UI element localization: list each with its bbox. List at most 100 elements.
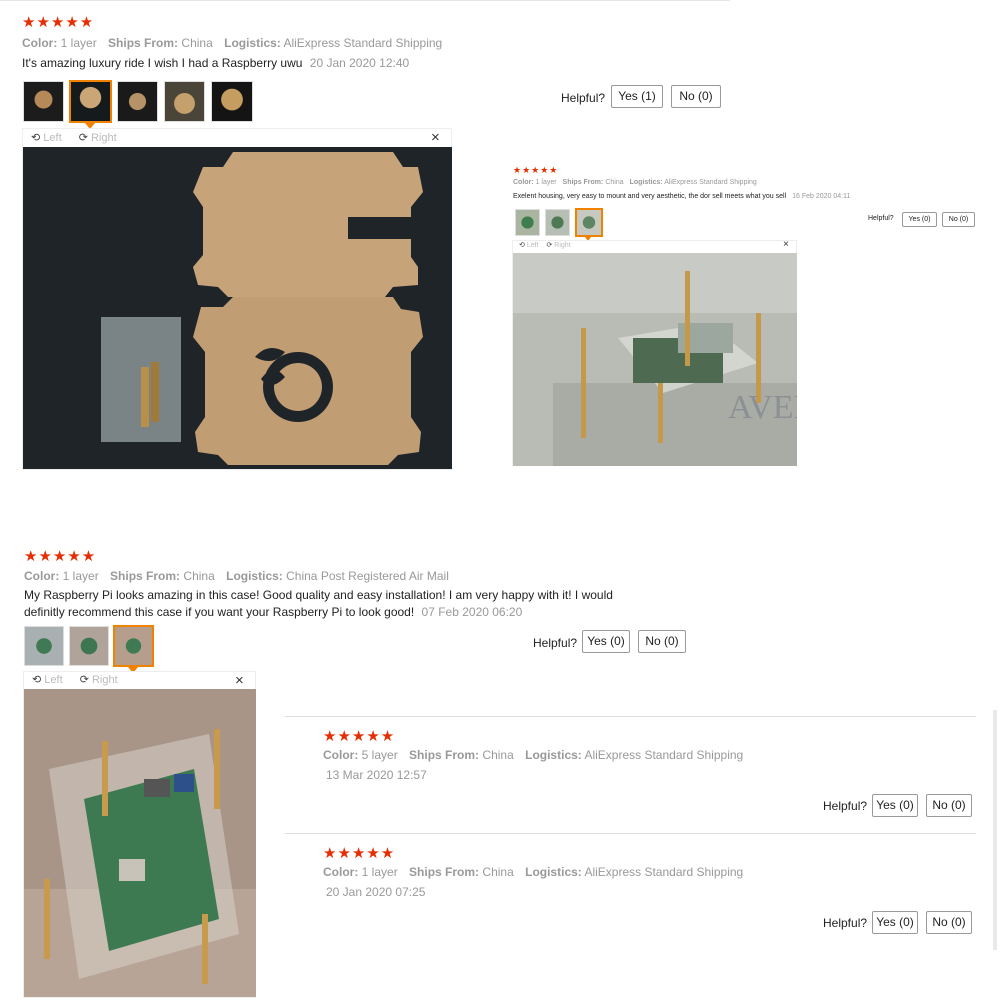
rotate-left-label[interactable]: Left — [527, 242, 539, 249]
review-thumbnail[interactable] — [211, 81, 253, 122]
review-date: 20 Jan 2020 07:25 — [326, 885, 426, 899]
rotate-right-icon[interactable]: ⟳ — [79, 131, 88, 144]
color-value: 1 layer — [535, 179, 557, 186]
ships-from-label: Ships From: — [108, 36, 179, 50]
svg-text:AVEN: AVEN — [728, 389, 797, 426]
rotate-right-label[interactable]: Right — [92, 674, 118, 686]
logistics-value: AliExpress Standard Shipping — [584, 865, 744, 879]
review-meta: Color: 1 layer Ships From: China Logisti… — [24, 569, 449, 583]
color-value: 1 layer — [361, 865, 398, 879]
ships-from-value: China — [605, 179, 624, 186]
review-thumbnail-selected[interactable] — [69, 80, 112, 123]
image-viewer: ⟲ Left ⟳ Right × — [22, 128, 452, 470]
helpful-yes-button[interactable]: Yes (0) — [902, 212, 937, 227]
review-thumbnail-selected[interactable] — [575, 208, 603, 237]
helpful-no-button[interactable]: No (0) — [671, 85, 721, 108]
review-thumbnail[interactable] — [117, 81, 158, 122]
acrylic-plates-photo — [23, 147, 452, 469]
review-photo: AVEN — [513, 253, 797, 466]
logistics-label: Logistics: — [226, 569, 283, 583]
review-thumbnail[interactable] — [515, 209, 540, 236]
ships-from-label: Ships From: — [409, 748, 480, 762]
star-rating: ★★★★★ — [513, 165, 559, 175]
rotate-right-icon[interactable]: ⟳ — [80, 673, 89, 686]
helpful-yes-button[interactable]: Yes (0) — [872, 911, 918, 934]
review-text: Exelent housing, very easy to mount and … — [513, 192, 850, 202]
rotate-left-label[interactable]: Left — [44, 674, 62, 686]
logistics-label: Logistics: — [629, 179, 663, 186]
logistics-value: AliExpress Standard Shipping — [584, 748, 744, 762]
raspberry-pi-in-case-photo — [24, 689, 256, 997]
review-meta: Color: 5 layer Ships From: China Logisti… — [323, 748, 743, 762]
review-date: 13 Mar 2020 12:57 — [326, 768, 427, 782]
review-divider — [285, 716, 976, 717]
review-photo — [23, 147, 452, 469]
viewer-toolbar: ⟲ Left ⟳ Right — [519, 241, 571, 249]
helpful-yes-button[interactable]: Yes (0) — [582, 630, 630, 653]
helpful-no-button[interactable]: No (0) — [942, 212, 975, 227]
rotate-left-icon[interactable]: ⟲ — [32, 673, 41, 686]
star-rating: ★★★★★ — [323, 845, 396, 862]
review-body: Exelent housing, very easy to mount and … — [513, 193, 787, 200]
helpful-yes-button[interactable]: Yes (1) — [611, 85, 663, 108]
rotate-left-label[interactable]: Left — [43, 132, 61, 144]
logistics-label: Logistics: — [525, 865, 582, 879]
close-icon[interactable]: × — [235, 672, 244, 689]
ships-from-label: Ships From: — [562, 179, 604, 186]
ships-from-label: Ships From: — [409, 865, 480, 879]
helpful-label: Helpful? — [533, 636, 578, 650]
review-meta: Color: 1 layer Ships From: China Logisti… — [323, 865, 743, 879]
color-value: 1 layer — [60, 36, 97, 50]
viewer-toolbar: ⟲ Left ⟳ Right — [32, 673, 118, 686]
review-body: My Raspberry Pi looks amazing in this ca… — [24, 588, 613, 619]
helpful-no-button[interactable]: No (0) — [926, 911, 972, 934]
top-divider — [0, 0, 730, 1]
review-date: 16 Feb 2020 04:11 — [792, 193, 851, 200]
logistics-label: Logistics: — [525, 748, 582, 762]
color-label: Color: — [24, 569, 60, 583]
color-label: Color: — [323, 865, 359, 879]
rotate-right-label[interactable]: Right — [554, 242, 570, 249]
ships-from-value: China — [181, 36, 213, 50]
review-divider — [285, 833, 976, 834]
rotate-left-icon[interactable]: ⟲ — [31, 131, 40, 144]
review-body: It's amazing luxury ride I wish I had a … — [22, 56, 303, 70]
close-icon[interactable]: × — [783, 239, 789, 250]
logistics-value: AliExpress Standard Shipping — [283, 36, 443, 50]
star-rating: ★★★★★ — [323, 728, 396, 745]
star-rating: ★★★★★ — [22, 14, 95, 31]
review-meta: Color: 1 layer Ships From: China Logisti… — [513, 179, 757, 186]
ships-from-label: Ships From: — [110, 569, 181, 583]
helpful-label: Helpful? — [823, 799, 868, 813]
review-thumbnail[interactable] — [164, 81, 205, 122]
review-photo — [24, 689, 256, 997]
color-value: 1 layer — [62, 569, 99, 583]
scrollbar[interactable] — [993, 710, 997, 950]
review-date: 20 Jan 2020 12:40 — [309, 56, 410, 70]
review-meta: Color: 1 layer Ships From: China Logisti… — [22, 36, 442, 50]
close-icon[interactable]: × — [431, 129, 440, 146]
ships-from-value: China — [482, 748, 514, 762]
helpful-no-button[interactable]: No (0) — [638, 630, 686, 653]
review-thumbnail[interactable] — [69, 626, 109, 666]
color-label: Color: — [513, 179, 534, 186]
rotate-left-icon[interactable]: ⟲ — [519, 241, 525, 249]
image-viewer: ⟲ Left ⟳ Right × AVEN — [512, 239, 797, 466]
review-thumbnail[interactable] — [24, 626, 64, 666]
helpful-yes-button[interactable]: Yes (0) — [872, 794, 918, 817]
review-thumbnail[interactable] — [23, 81, 64, 122]
helpful-label: Helpful? — [823, 916, 868, 930]
helpful-no-button[interactable]: No (0) — [926, 794, 972, 817]
color-label: Color: — [22, 36, 58, 50]
helpful-label: Helpful? — [561, 91, 606, 105]
color-label: Color: — [323, 748, 359, 762]
rotate-right-label[interactable]: Right — [91, 132, 117, 144]
review-thumbnail-selected[interactable] — [113, 625, 154, 667]
pi-case-on-tablecloth-photo: AVEN — [513, 253, 797, 466]
rotate-right-icon[interactable]: ⟳ — [546, 241, 552, 249]
review-date: 07 Feb 2020 06:20 — [421, 605, 523, 619]
review-thumbnail[interactable] — [545, 209, 570, 236]
ships-from-value: China — [482, 865, 514, 879]
logistics-value: China Post Registered Air Mail — [286, 569, 449, 583]
image-viewer: ⟲ Left ⟳ Right × — [23, 671, 256, 998]
